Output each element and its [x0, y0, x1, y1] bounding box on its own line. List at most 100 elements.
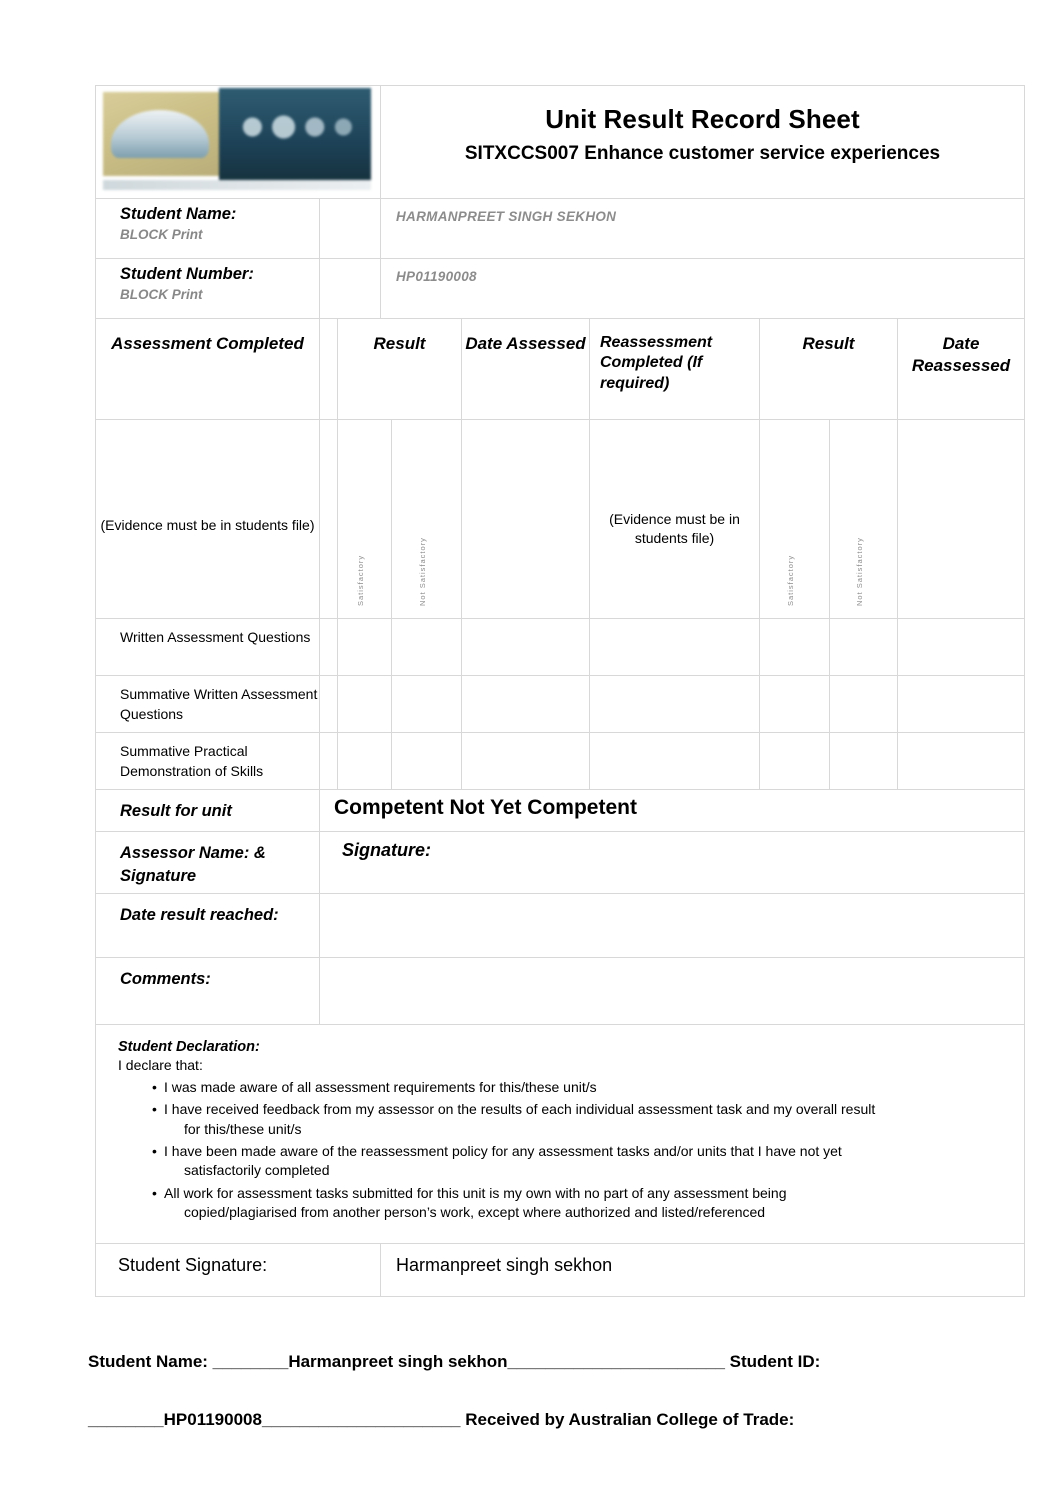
cell-date-assessed[interactable] — [462, 619, 590, 675]
title-block: Unit Result Record Sheet SITXCCS007 Enha… — [381, 86, 1024, 198]
date-result-reached-field[interactable] — [320, 894, 1024, 957]
list-item: I have been made aware of the reassessme… — [118, 1142, 1004, 1181]
declaration-item-text: All work for assessment tasks submitted … — [164, 1184, 787, 1201]
assessment-table-subheader-row: (Evidence must be in students file) Sati… — [96, 420, 1024, 619]
unit-result-record-form: Unit Result Record Sheet SITXCCS007 Enha… — [95, 85, 1025, 1298]
form-header-row: Unit Result Record Sheet SITXCCS007 Enha… — [96, 86, 1024, 199]
task-label: Written Assessment Questions — [96, 619, 320, 675]
cell-date-reassessed[interactable] — [898, 619, 1024, 675]
vertical-label-not-satisfactory-2: Not Satisfactory — [854, 537, 864, 606]
vertical-label-satisfactory-1: Satisfactory — [355, 554, 365, 606]
comments-row: Comments: — [96, 958, 1024, 1025]
student-name-label: Student Name: — [120, 205, 237, 223]
table-row: Written Assessment Questions — [96, 619, 1024, 676]
declaration-item-text: I have been made aware of the reassessme… — [164, 1142, 842, 1159]
evidence-note-2: (Evidence must be in students file) — [590, 420, 760, 618]
cell-date-assessed[interactable] — [462, 733, 590, 789]
student-signature-label: Student Signature: — [96, 1244, 381, 1297]
result-for-unit-row: Result for unit Competent Not Yet Compet… — [96, 790, 1024, 832]
footer-student-name-line: Student Name: ________Harmanpreet singh … — [88, 1352, 821, 1371]
declaration-item-cont: for this/these unit/s — [184, 1120, 302, 1137]
student-signature-field[interactable]: Harmanpreet singh sekhon — [381, 1244, 1024, 1296]
declaration-title: Student Declaration: — [118, 1039, 260, 1055]
declaration-item-cont: copied/plagiarised from another person’s… — [184, 1203, 766, 1220]
col-date-reassessed-sub — [898, 420, 1024, 618]
task-label: Summative Practical Demonstration of Ski… — [96, 733, 320, 789]
declaration-item-text: I have received feedback from my assesso… — [164, 1101, 876, 1118]
table-row: Summative Written Assessment Questions — [96, 676, 1024, 733]
cell-reassessment-completed[interactable] — [590, 733, 760, 789]
cell-not-satisfactory-2[interactable] — [830, 619, 898, 675]
declaration-intro: I declare that: — [118, 1057, 203, 1073]
cell-date-reassessed[interactable] — [898, 733, 1024, 789]
logo-left-panel-icon — [103, 92, 219, 176]
student-declaration-block: Student Declaration: I declare that: I w… — [96, 1025, 1024, 1243]
logo-footer-strip — [103, 180, 371, 190]
student-number-label: Student Number: — [120, 265, 254, 283]
cell-satisfactory-1[interactable] — [338, 619, 392, 675]
assessor-row: Assessor Name: & Signature Signature: — [96, 832, 1024, 894]
cell-not-satisfactory-1[interactable] — [392, 619, 462, 675]
page-subtitle: SITXCCS007 Enhance customer service expe… — [464, 143, 941, 164]
student-number-field[interactable]: HP01190008 — [381, 259, 1024, 318]
student-number-sublabel: BLOCK Print — [120, 287, 203, 302]
footer-block: Student Name: ________Harmanpreet singh … — [88, 1352, 1028, 1469]
assessor-label: Assessor Name: & Signature — [96, 832, 320, 893]
col-satisfactory-1: Satisfactory — [338, 420, 392, 618]
declaration-item-cont: satisfactorily completed — [184, 1162, 330, 1179]
cell-not-satisfactory-2[interactable] — [830, 733, 898, 789]
th-date-reassessed: Date Reassessed — [911, 334, 1011, 375]
student-declaration-row: Student Declaration: I declare that: I w… — [96, 1025, 1024, 1245]
footer-student-id-line: ________HP01190008_____________________ … — [88, 1410, 795, 1430]
date-result-reached-label: Date result reached: — [96, 894, 320, 957]
student-name-label-cell: Student Name: BLOCK Print — [96, 199, 320, 258]
list-item: All work for assessment tasks submitted … — [118, 1184, 1004, 1223]
comments-label: Comments: — [96, 958, 320, 1024]
th-result-1: Result — [338, 319, 462, 419]
student-name-field[interactable]: HARMANPREET SINGH SEKHON — [381, 199, 1024, 258]
result-for-unit-value[interactable]: Competent Not Yet Competent — [320, 790, 1024, 831]
student-name-spacer — [320, 199, 381, 258]
assessment-table-header-row: Assessment Completed Result Date Assesse… — [96, 319, 1024, 420]
cell-reassessment-completed[interactable] — [590, 619, 760, 675]
th-spacer — [320, 319, 338, 419]
cell-satisfactory-1[interactable] — [338, 733, 392, 789]
date-result-reached-row: Date result reached: — [96, 894, 1024, 958]
cell-satisfactory-2[interactable] — [760, 619, 830, 675]
cell-date-reassessed[interactable] — [898, 676, 1024, 732]
logo-image — [103, 88, 371, 190]
assessor-signature-label[interactable]: Signature: — [320, 832, 1024, 893]
row-spacer — [320, 619, 338, 675]
list-item: I was made aware of all assessment requi… — [118, 1078, 1004, 1098]
cell-not-satisfactory-1[interactable] — [392, 733, 462, 789]
student-name-sublabel: BLOCK Print — [120, 227, 203, 242]
cell-satisfactory-1[interactable] — [338, 676, 392, 732]
cell-date-assessed[interactable] — [462, 676, 590, 732]
cell-not-satisfactory-2[interactable] — [830, 676, 898, 732]
student-number-row: Student Number: BLOCK Print HP01190008 — [96, 259, 1024, 319]
vertical-label-satisfactory-2: Satisfactory — [785, 554, 795, 606]
cell-satisfactory-2[interactable] — [760, 676, 830, 732]
student-number-label-cell: Student Number: BLOCK Print — [96, 259, 320, 318]
task-label: Summative Written Assessment Questions — [96, 676, 320, 732]
cell-reassessment-completed[interactable] — [590, 676, 760, 732]
row-spacer — [320, 733, 338, 789]
declaration-list: I was made aware of all assessment requi… — [118, 1078, 1004, 1222]
th-date-assessed: Date Assessed — [462, 319, 590, 419]
result-for-unit-label: Result for unit — [96, 790, 320, 831]
list-item: I have received feedback from my assesso… — [118, 1100, 1004, 1139]
row-spacer — [320, 676, 338, 732]
evidence-note-1: (Evidence must be in students file) — [96, 420, 320, 618]
col-not-satisfactory-2: Not Satisfactory — [830, 420, 898, 618]
col-not-satisfactory-1: Not Satisfactory — [392, 420, 462, 618]
student-number-spacer — [320, 259, 381, 318]
table-row: Summative Practical Demonstration of Ski… — [96, 733, 1024, 790]
th-assessment-completed: Assessment Completed — [96, 319, 320, 419]
comments-field[interactable] — [320, 958, 1024, 1024]
cell-satisfactory-2[interactable] — [760, 733, 830, 789]
col-date-assessed-sub — [462, 420, 590, 618]
col-satisfactory-2: Satisfactory — [760, 420, 830, 618]
cell-not-satisfactory-1[interactable] — [392, 676, 462, 732]
th-result-2: Result — [760, 319, 898, 419]
college-logo — [96, 86, 381, 198]
